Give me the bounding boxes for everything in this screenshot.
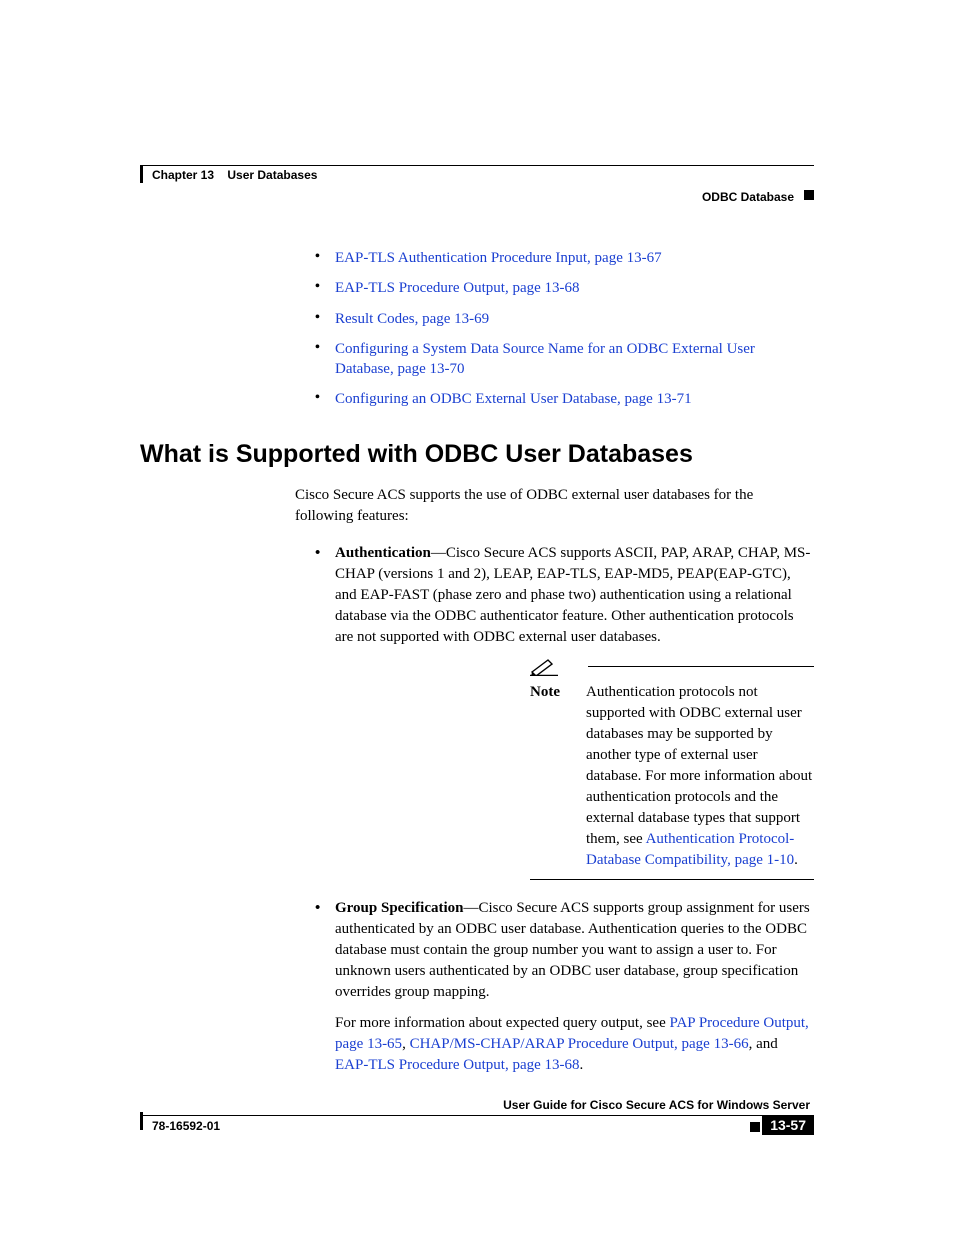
xref-link[interactable]: EAP-TLS Procedure Output, page 13-68 xyxy=(335,1057,580,1073)
footer-left-marker xyxy=(140,1112,143,1130)
chapter-number: Chapter 13 xyxy=(152,168,214,182)
xref-item: Result Codes, page 13-69 xyxy=(315,309,814,329)
page-number: 13-57 xyxy=(762,1115,814,1135)
page-number-badge: 13-57 xyxy=(750,1115,814,1135)
xref-link[interactable]: Result Codes, page 13-69 xyxy=(335,311,489,327)
page-footer: User Guide for Cisco Secure ACS for Wind… xyxy=(140,1098,814,1135)
footer-title: User Guide for Cisco Secure ACS for Wind… xyxy=(140,1098,814,1116)
xref-link[interactable]: EAP-TLS Authentication Procedure Input, … xyxy=(335,250,662,266)
note-rule-bottom xyxy=(530,879,814,880)
feature-list: Authentication—Cisco Secure ACS supports… xyxy=(140,543,814,1076)
page-content: EAP-TLS Authentication Procedure Input, … xyxy=(140,248,814,1090)
header-left-marker xyxy=(140,165,143,183)
xref-item: EAP-TLS Authentication Procedure Input, … xyxy=(315,248,814,268)
xref-link[interactable]: EAP-TLS Procedure Output, page 13-68 xyxy=(335,280,580,296)
followup-paragraph: For more information about expected quer… xyxy=(335,1013,814,1076)
xref-link[interactable]: Configuring an ODBC External User Databa… xyxy=(335,391,692,407)
xref-list: EAP-TLS Authentication Procedure Input, … xyxy=(140,248,814,410)
xref-item: Configuring a System Data Source Name fo… xyxy=(315,339,814,380)
page-badge-square-icon xyxy=(750,1122,760,1132)
xref-link[interactable]: Configuring a System Data Source Name fo… xyxy=(335,341,755,377)
note-block: Note Authentication protocols not suppor… xyxy=(530,658,814,880)
running-header-left: Chapter 13 User Databases xyxy=(152,168,317,182)
header-rule xyxy=(140,165,814,166)
header-right-marker xyxy=(804,190,814,200)
feature-item-group-spec: Group Specification—Cisco Secure ACS sup… xyxy=(315,898,814,1076)
pencil-note-icon xyxy=(530,658,558,676)
footer-doc-number: 78-16592-01 xyxy=(140,1116,220,1133)
feature-label: Group Specification xyxy=(335,900,463,916)
feature-label: Authentication xyxy=(335,545,431,561)
xref-link[interactable]: CHAP/MS-CHAP/ARAP Procedure Output, page… xyxy=(410,1036,749,1052)
xref-item: EAP-TLS Procedure Output, page 13-68 xyxy=(315,278,814,298)
feature-item-authentication: Authentication—Cisco Secure ACS supports… xyxy=(315,543,814,880)
intro-paragraph: Cisco Secure ACS supports the use of ODB… xyxy=(140,485,814,527)
note-rule-top xyxy=(588,666,814,667)
running-header-right: ODBC Database xyxy=(702,190,794,204)
note-label: Note xyxy=(530,682,568,871)
xref-item: Configuring an ODBC External User Databa… xyxy=(315,389,814,409)
section-heading: What is Supported with ODBC User Databas… xyxy=(140,440,814,469)
chapter-title: User Databases xyxy=(227,168,317,182)
note-text: Authentication protocols not supported w… xyxy=(586,682,814,871)
